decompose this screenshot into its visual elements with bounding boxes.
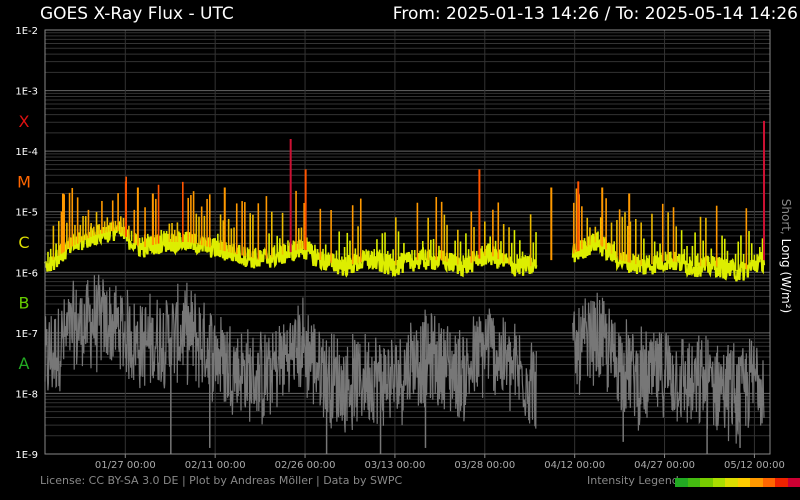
legend-swatch [700, 478, 713, 487]
credits: License: CC BY-SA 3.0 DE | Plot by Andre… [40, 474, 403, 487]
flare-class-label: C [18, 233, 29, 252]
legend-swatch [750, 478, 763, 487]
y-tick-label: 1E-3 [15, 87, 38, 98]
flare-class-label: M [17, 172, 31, 191]
y-tick-label: 1E-2 [15, 26, 38, 37]
x-tick-label: 01/27 00:00 [95, 460, 156, 471]
x-tick-label: 03/13 00:00 [365, 460, 426, 471]
series-short-line [44, 274, 765, 444]
legend-swatch [762, 478, 775, 487]
legend-swatch [787, 478, 800, 487]
flare-class-label: A [19, 354, 30, 373]
series-layer [43, 120, 766, 454]
y-tick-label: 1E-7 [15, 329, 38, 340]
x-tick-label: 04/12 00:00 [544, 460, 605, 471]
flare-class-label: B [19, 294, 30, 313]
intensity-legend [675, 478, 800, 487]
y-tick-label: 1E-4 [15, 147, 38, 158]
right-axis-label-sep: , [779, 230, 793, 239]
right-axis-label: Short, Long (W/m²) [779, 199, 793, 313]
x-tick-label: 05/12 00:00 [724, 460, 785, 471]
legend-swatch [712, 478, 725, 487]
right-axis-label-short: Short [779, 198, 793, 231]
legend-swatch [725, 478, 738, 487]
y-tick-label: 1E-6 [15, 268, 38, 279]
y-tick-label: 1E-5 [15, 208, 38, 219]
right-axis-label-long: Long (W/m²) [779, 238, 793, 314]
axes: 1E-2 1E-3 1E-4 1E-5 1E-6 1E-7 1E-8 1E-9 X M C B A 01/… [15, 26, 784, 471]
legend-swatch [687, 478, 700, 487]
x-tick-label: 03/28 00:00 [454, 460, 515, 471]
x-tick-label: 04/27 00:00 [634, 460, 695, 471]
legend-swatch [675, 478, 688, 487]
y-tick-label: 1E-9 [15, 450, 38, 461]
legend-swatch [737, 478, 750, 487]
legend-swatch [775, 478, 788, 487]
flare-class-label: X [19, 112, 30, 131]
x-tick-label: 02/11 00:00 [185, 460, 246, 471]
x-tick-label: 02/26 00:00 [275, 460, 336, 471]
xray-flux-chart: 1E-2 1E-3 1E-4 1E-5 1E-6 1E-7 1E-8 1E-9 X M C B A 01/… [15, 26, 784, 471]
y-tick-label: 1E-8 [15, 389, 38, 400]
intensity-legend-title: Intensity Legend [587, 474, 679, 487]
